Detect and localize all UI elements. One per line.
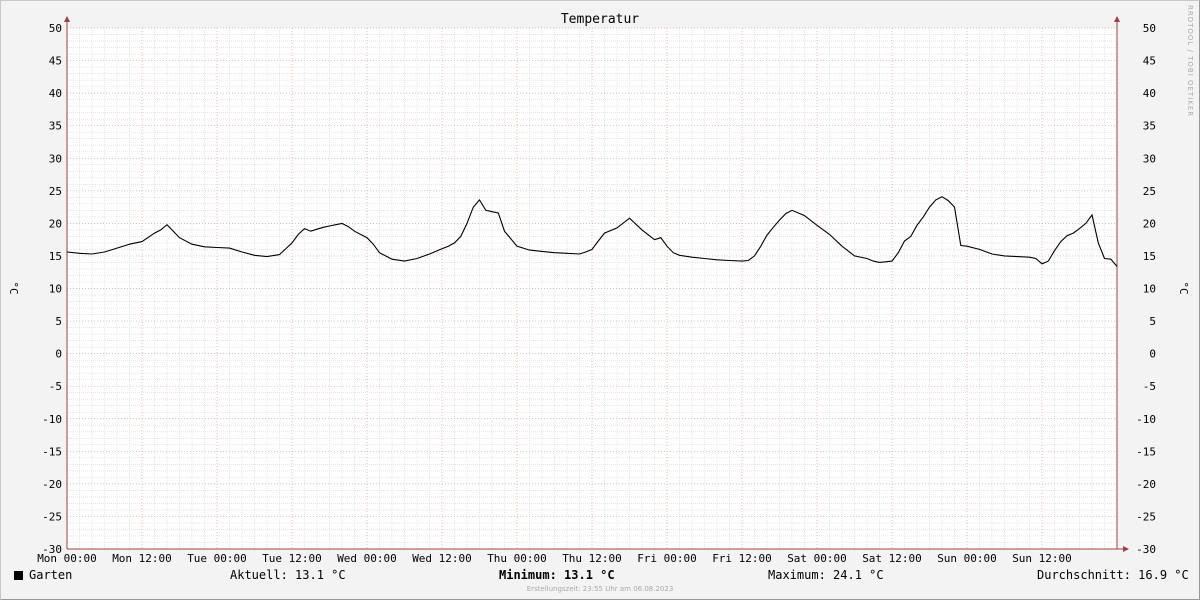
legend-series: Garten: [14, 568, 72, 582]
x-tick-label: Tue 12:00: [262, 552, 322, 565]
y-tick-label-left: -5: [49, 380, 62, 393]
temperature-chart: 50 5045 4540 4035 3530 3025 2520 2015 1510 105 50 0…: [7, 12, 1190, 565]
legend-minimum: Minimum: 13.1 °C: [499, 568, 615, 582]
x-tick-label: Sun 12:00: [1012, 552, 1072, 565]
y-tick-label-right: -30: [1136, 543, 1156, 556]
chart-title: Temperatur: [561, 12, 639, 27]
y-tick-label-right: 15: [1143, 250, 1156, 263]
x-tick-label: Tue 00:00: [187, 552, 247, 565]
y-tick-label-left: 45: [49, 55, 62, 68]
legend-series-name: Garten: [29, 568, 73, 582]
x-tick-label: Mon 00:00: [37, 552, 97, 565]
x-tick-label: Sat 00:00: [787, 552, 847, 565]
y-tick-label-left: 15: [49, 250, 62, 263]
x-tick-label: Wed 00:00: [337, 552, 397, 565]
y-tick-label-left: 5: [55, 315, 62, 328]
y-tick-label-left: 10: [49, 283, 62, 296]
y-tick-label-right: -20: [1136, 478, 1156, 491]
x-tick-label: Fri 12:00: [712, 552, 772, 565]
x-tick-label: Fri 00:00: [637, 552, 697, 565]
y-tick-label-right: 45: [1143, 55, 1156, 68]
y-axis-arrow-right: [1114, 16, 1120, 22]
y-tick-label-right: 0: [1149, 348, 1156, 361]
y-tick-label-right: -5: [1143, 380, 1156, 393]
x-axis-arrow: [1123, 546, 1129, 552]
creation-time-footer: Erstellungszeit: 23:55 Uhr am 06.08.2023: [526, 585, 674, 593]
y-axis-label-right: °C: [1177, 281, 1190, 294]
x-tick-label: Sun 00:00: [937, 552, 997, 565]
x-tick-label: Mon 12:00: [112, 552, 172, 565]
x-tick-label: Thu 12:00: [562, 552, 622, 565]
y-axis-arrow-left: [64, 16, 70, 22]
y-tick-label-right: 5: [1149, 315, 1156, 328]
legend-aktuell: Aktuell: 13.1 °C: [230, 568, 346, 582]
x-tick-label: Wed 12:00: [412, 552, 472, 565]
y-tick-label-right: -15: [1136, 445, 1156, 458]
y-tick-label-right: -10: [1136, 413, 1156, 426]
watermark: RRDTOOL / TOBI OETIKER: [1186, 5, 1194, 118]
y-tick-label-left: 35: [49, 120, 62, 133]
y-tick-label-left: -10: [42, 413, 62, 426]
y-tick-label-left: -15: [42, 445, 62, 458]
legend-maximum: Maximum: 24.1 °C: [768, 568, 884, 582]
y-tick-label-right: 20: [1143, 217, 1156, 230]
y-tick-label-right: 40: [1143, 87, 1156, 100]
x-tick-label: Sat 12:00: [862, 552, 922, 565]
legend-durchschnitt: Durchschnitt: 16.9 °C: [1037, 568, 1189, 582]
y-axis-label-left: °C: [7, 281, 20, 294]
y-tick-label-right: -25: [1136, 510, 1156, 523]
y-tick-label-right: 50: [1143, 22, 1156, 35]
legend-swatch: [14, 571, 23, 580]
y-tick-label-left: 30: [49, 152, 62, 165]
y-tick-label-right: 10: [1143, 283, 1156, 296]
y-tick-label-left: -20: [42, 478, 62, 491]
y-tick-label-left: 25: [49, 185, 62, 198]
y-tick-label-left: 0: [55, 348, 62, 361]
y-tick-label-right: 30: [1143, 152, 1156, 165]
y-tick-label-right: 25: [1143, 185, 1156, 198]
x-tick-label: Thu 00:00: [487, 552, 547, 565]
y-tick-label-left: -25: [42, 510, 62, 523]
y-tick-label-left: 50: [49, 22, 62, 35]
y-tick-label-left: 20: [49, 217, 62, 230]
y-tick-label-right: 35: [1143, 120, 1156, 133]
y-tick-label-left: 40: [49, 87, 62, 100]
